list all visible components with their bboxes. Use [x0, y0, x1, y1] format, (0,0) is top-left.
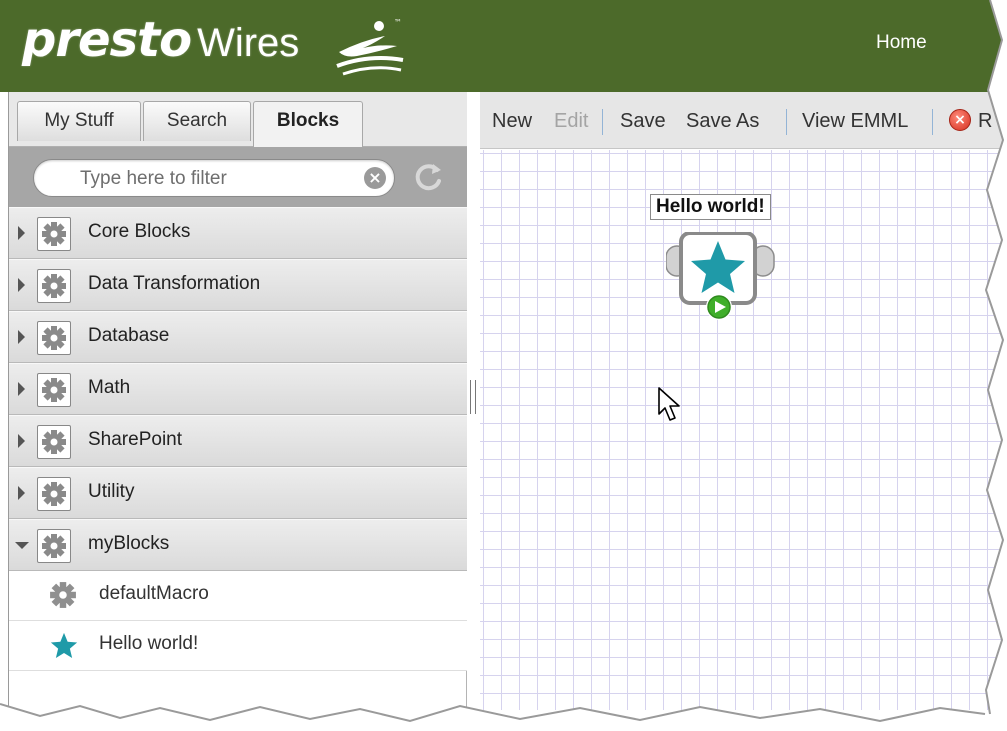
gear-icon	[37, 321, 71, 355]
trademark-symbol: ™	[394, 18, 402, 27]
expand-arrow-icon[interactable]	[18, 330, 25, 344]
filter-input[interactable]	[80, 166, 350, 192]
new-button[interactable]: New	[492, 110, 532, 133]
clear-circle-icon[interactable]: ×	[364, 167, 386, 189]
app-header: presto Wires ™ Home	[0, 0, 1007, 92]
running-figure-logo-icon	[336, 21, 404, 76]
logo-wires-text: Wires	[197, 21, 300, 65]
nav-home-link[interactable]: Home	[876, 32, 927, 54]
save-as-button[interactable]: Save As	[686, 110, 759, 133]
expand-arrow-icon[interactable]	[18, 382, 25, 396]
logo-presto-text: presto	[22, 12, 192, 68]
expand-arrow-icon[interactable]	[18, 486, 25, 500]
category-myblocks[interactable]: myBlocks	[9, 519, 467, 571]
node-title-label: Hello world!	[650, 194, 771, 220]
toolbar-divider	[602, 109, 603, 135]
tab-blocks[interactable]: Blocks	[253, 101, 363, 148]
category-core-blocks[interactable]: Core Blocks	[9, 207, 467, 259]
gear-icon	[37, 269, 71, 303]
toolbar-divider	[786, 109, 787, 135]
panel-tabbar: My Stuff Search Blocks	[9, 92, 467, 148]
block-item-defaultmacro[interactable]: defaultMacro	[9, 571, 467, 621]
category-label: Data Transformation	[88, 273, 261, 294]
gear-icon	[37, 373, 71, 407]
category-label: SharePoint	[88, 429, 183, 450]
block-item-hello-world[interactable]: Hello world!	[9, 621, 467, 671]
refresh-icon[interactable]	[413, 161, 445, 193]
filter-box: ×	[33, 159, 395, 197]
category-data-transformation[interactable]: Data Transformation	[9, 259, 467, 311]
edit-button: Edit	[554, 110, 589, 132]
mouse-cursor-icon	[658, 387, 680, 421]
category-math[interactable]: Math	[9, 363, 467, 415]
expand-arrow-icon[interactable]	[18, 434, 25, 448]
category-label: Core Blocks	[88, 221, 191, 242]
presto-wires-logo: presto Wires	[22, 12, 299, 76]
save-button[interactable]: Save	[620, 110, 666, 133]
filter-bar: ×	[9, 147, 467, 207]
collapse-arrow-icon[interactable]	[15, 542, 29, 549]
category-label: Math	[88, 377, 131, 398]
gear-icon	[37, 425, 71, 459]
gear-icon	[37, 217, 71, 251]
category-utility[interactable]: Utility	[9, 467, 467, 519]
category-sharepoint[interactable]: SharePoint	[9, 415, 467, 467]
panel-splitter-handle[interactable]	[470, 380, 476, 414]
category-database[interactable]: Database	[9, 311, 467, 363]
gear-icon	[50, 582, 76, 608]
tab-my-stuff[interactable]: My Stuff	[17, 101, 141, 141]
expand-arrow-icon[interactable]	[18, 278, 25, 292]
tab-search[interactable]: Search	[143, 101, 251, 141]
toolbar-divider	[932, 109, 933, 135]
editor-toolbar: New Edit Save Save As View EMML × R	[480, 92, 1007, 149]
category-label: myBlocks	[88, 533, 170, 554]
star-icon	[50, 632, 78, 658]
blocks-panel: My Stuff Search Blocks × Core Blocks Dat…	[8, 92, 467, 731]
remove-icon[interactable]: ×	[949, 109, 971, 131]
gear-icon	[37, 529, 71, 563]
expand-arrow-icon[interactable]	[18, 226, 25, 240]
block-item-label: defaultMacro	[99, 583, 209, 604]
hello-world-node[interactable]	[666, 232, 776, 322]
remove-button-partial[interactable]: R	[978, 110, 992, 133]
category-label: Database	[88, 325, 170, 346]
view-emml-button[interactable]: View EMML	[802, 110, 908, 133]
block-item-label: Hello world!	[99, 633, 199, 654]
gear-icon	[37, 477, 71, 511]
category-label: Utility	[88, 481, 135, 502]
